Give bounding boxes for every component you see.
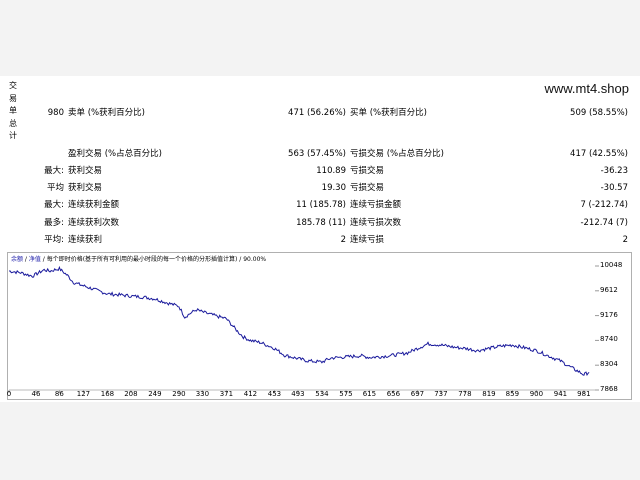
side-label-char: 计 bbox=[9, 131, 17, 140]
avg-profit-label: 获利交易 bbox=[68, 183, 103, 193]
y-tick-label: 9612 bbox=[600, 285, 618, 294]
x-tick-label: 290 bbox=[172, 390, 186, 398]
consec-loss-amount-value: 7 (-212.74) bbox=[580, 200, 628, 210]
x-tick-label: 656 bbox=[386, 390, 401, 398]
y-tick-label: 9176 bbox=[600, 310, 618, 319]
side-label-char: 易 bbox=[9, 93, 17, 103]
y-tick-label: 7868 bbox=[600, 385, 618, 393]
x-tick-label: 534 bbox=[315, 390, 329, 398]
sell-trades-label: 卖单 (%获利百分比) bbox=[68, 108, 145, 118]
profit-trades-label: 盈利交易 (%占总百分比) bbox=[68, 149, 162, 159]
x-tick-label: 453 bbox=[267, 390, 282, 398]
bottom-background bbox=[0, 402, 640, 480]
consec-loss-count-value: -212.74 (7) bbox=[580, 218, 628, 228]
consec-win-amount-label: 连续获利金额 bbox=[68, 200, 120, 210]
avg-prefix: 平均 bbox=[46, 183, 64, 193]
loss-trades-value: 417 (42.55%) bbox=[570, 149, 628, 159]
x-tick-label: 168 bbox=[100, 390, 115, 398]
avg-profit-value: 19.30 bbox=[321, 183, 346, 193]
x-tick-label: 737 bbox=[434, 390, 448, 398]
max-loss-value: -36.23 bbox=[600, 166, 628, 176]
consec-win-value: 2 bbox=[340, 235, 346, 245]
avg2-prefix: 平均: bbox=[44, 235, 64, 245]
max2-prefix: 最大: bbox=[44, 200, 64, 210]
x-tick-label: 330 bbox=[195, 390, 210, 398]
x-tick-label: 941 bbox=[553, 390, 568, 398]
consec-loss-count-label: 连续亏损次数 bbox=[350, 218, 402, 228]
total-trades-value: 980 bbox=[47, 108, 64, 118]
avg-loss-value: -30.57 bbox=[600, 183, 628, 193]
x-tick-label: 493 bbox=[291, 390, 305, 398]
x-tick-label: 0 bbox=[6, 390, 12, 398]
max-loss-label: 亏损交易 bbox=[350, 166, 385, 176]
x-tick-label: 778 bbox=[458, 390, 472, 398]
consec-win-count-value: 185.78 (11) bbox=[296, 218, 346, 228]
most-prefix: 最多: bbox=[44, 218, 64, 228]
chart-description: / 每个即时价格(基于所有可利用的最小时段的每一个价格的分形插值计算) / 90… bbox=[40, 256, 267, 263]
x-tick-label: 575 bbox=[339, 390, 353, 398]
consec-win-amount-value: 11 (185.78) bbox=[296, 200, 346, 210]
side-label-char: 单 bbox=[9, 106, 17, 115]
y-tick-label: 8304 bbox=[600, 360, 618, 369]
y-tick-label: 8740 bbox=[600, 335, 618, 344]
x-tick-label: 86 bbox=[54, 390, 64, 398]
max-profit-value: 110.89 bbox=[316, 166, 346, 176]
consec-win-label: 连续获利 bbox=[68, 235, 103, 245]
x-tick-label: 981 bbox=[577, 390, 591, 398]
consec-loss-label: 连续亏损 bbox=[350, 235, 385, 245]
balance-legend: 余额 bbox=[11, 256, 24, 263]
buy-trades-value: 509 (58.55%) bbox=[570, 108, 628, 118]
trades-summary-vertical-label: 交 易 单 总 计 bbox=[8, 80, 18, 143]
side-label-char: 总 bbox=[9, 118, 17, 128]
x-tick-label: 208 bbox=[124, 390, 138, 398]
top-background bbox=[0, 0, 640, 76]
y-tick-label: 10048 bbox=[600, 261, 623, 269]
x-tick-label: 615 bbox=[362, 390, 377, 398]
x-tick-label: 900 bbox=[529, 390, 544, 398]
x-tick-label: 859 bbox=[505, 390, 520, 398]
balance-chart bbox=[7, 252, 632, 400]
x-tick-label: 371 bbox=[219, 390, 234, 398]
site-watermark: www.mt4.shop bbox=[544, 81, 629, 96]
x-tick-label: 249 bbox=[148, 390, 162, 398]
x-tick-label: 46 bbox=[31, 390, 41, 398]
x-tick-label: 127 bbox=[76, 390, 91, 398]
max-profit-label: 获利交易 bbox=[68, 166, 103, 176]
chart-frame bbox=[7, 252, 632, 400]
max-prefix: 最大: bbox=[44, 166, 64, 176]
avg-loss-label: 亏损交易 bbox=[350, 183, 385, 193]
x-tick-label: 412 bbox=[243, 390, 258, 398]
x-tick-label: 697 bbox=[410, 390, 425, 398]
consec-loss-value: 2 bbox=[622, 235, 628, 245]
loss-trades-label: 亏损交易 (%占总百分比) bbox=[350, 149, 444, 159]
chart-legend: 余额 / 净值 / 每个即时价格(基于所有可利用的最小时段的每一个价格的分形插值… bbox=[11, 254, 266, 263]
profit-trades-value: 563 (57.45%) bbox=[288, 149, 346, 159]
consec-win-count-label: 连续获利次数 bbox=[68, 218, 120, 228]
x-tick-label: 819 bbox=[482, 390, 496, 398]
equity-legend: 净值 bbox=[28, 256, 41, 263]
buy-trades-label: 买单 (%获利百分比) bbox=[350, 108, 427, 118]
consec-loss-amount-label: 连续亏损金额 bbox=[350, 200, 402, 210]
sell-trades-value: 471 (56.26%) bbox=[288, 108, 346, 118]
side-label-char: 交 bbox=[9, 81, 17, 90]
